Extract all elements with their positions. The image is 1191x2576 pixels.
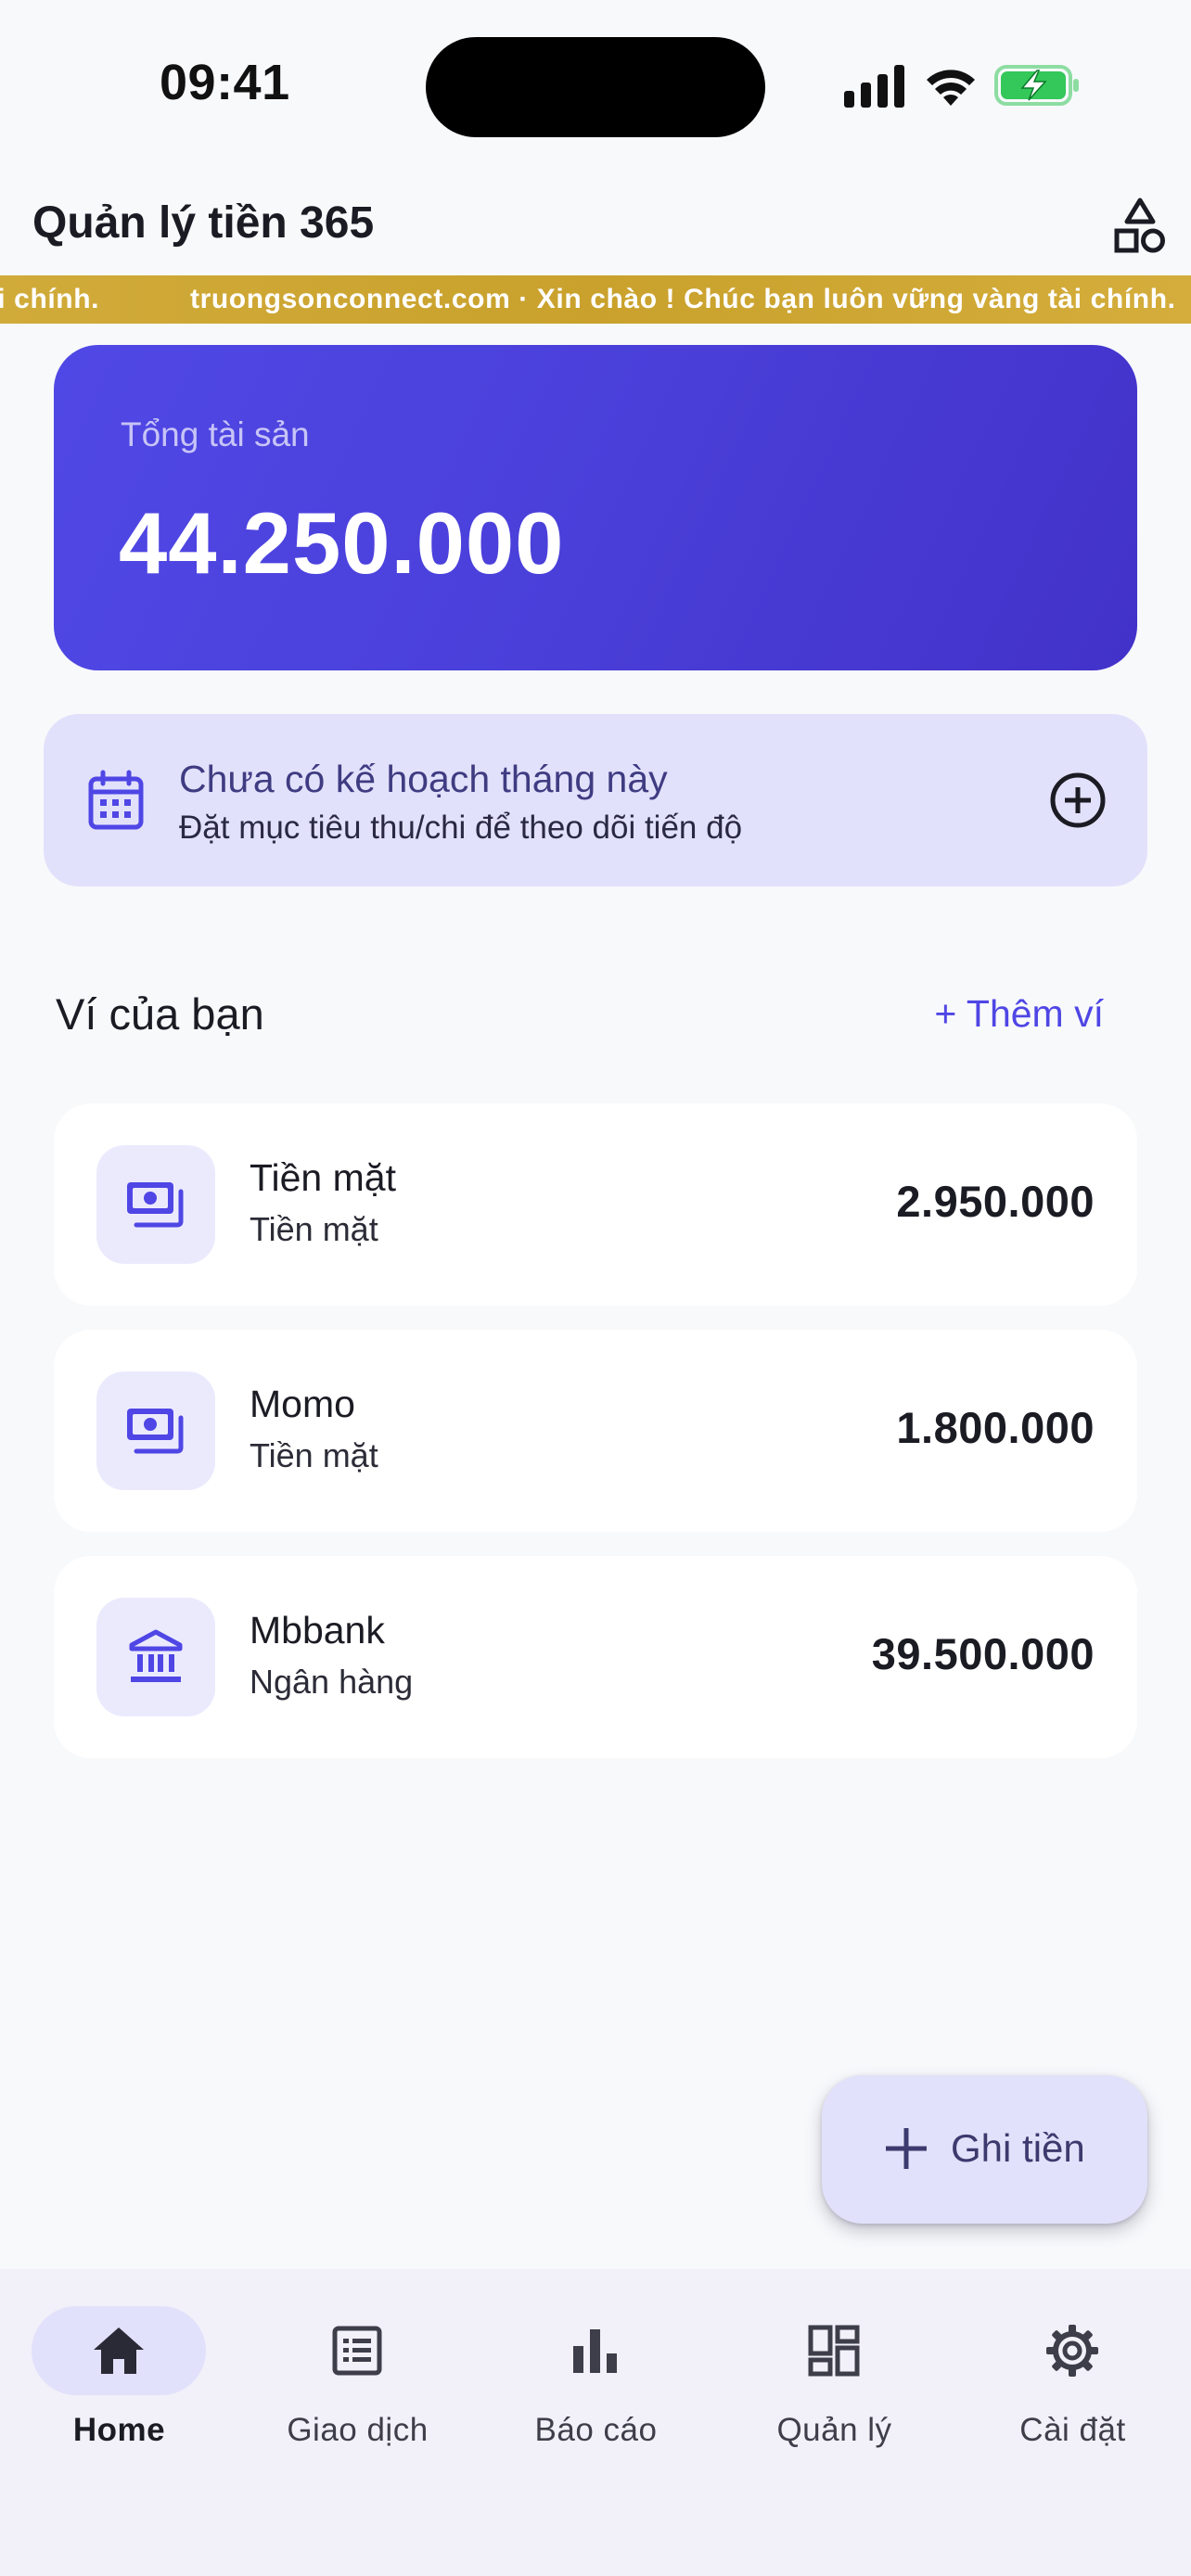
- home-icon: [94, 2327, 144, 2374]
- add-circle-icon: [1050, 772, 1106, 828]
- nav-indicator: [747, 2306, 921, 2395]
- nav-indicator: [32, 2306, 206, 2395]
- add-plan-button[interactable]: [1045, 768, 1110, 833]
- nav-item-settings[interactable]: Cài đặt: [954, 2306, 1191, 2448]
- nav-item-reports[interactable]: Báo cáo: [477, 2306, 715, 2448]
- wallet-balance: 2.950.000: [896, 1177, 1095, 1226]
- cash-icon: [127, 1409, 184, 1454]
- wallet-card[interactable]: Momo Tiền mặt 1.800.000: [54, 1330, 1137, 1532]
- status-bar: 09:41: [0, 0, 1191, 176]
- nav-item-home[interactable]: Home: [0, 2306, 238, 2448]
- marquee-text-tail: ài chính.: [0, 284, 100, 314]
- wallet-balance: 39.500.000: [871, 1629, 1095, 1678]
- wallet-type: Tiền mặt: [250, 1210, 378, 1248]
- app-bar: Quản lý tiền 365: [0, 181, 1191, 274]
- dashboard-icon: [808, 2325, 860, 2377]
- total-assets-label: Tổng tài sản: [121, 415, 310, 453]
- wallet-type: Tiền mặt: [250, 1436, 378, 1474]
- bar-chart-icon: [573, 2329, 617, 2373]
- status-time: 09:41: [160, 55, 290, 110]
- nav-label: Home: [72, 2412, 166, 2448]
- categories-button[interactable]: [1108, 190, 1172, 261]
- total-assets-value: 44.250.000: [119, 494, 565, 592]
- battery-charging-icon: [994, 65, 1079, 106]
- wallet-balance: 1.800.000: [896, 1403, 1095, 1452]
- wallet-name: Mbbank: [250, 1609, 385, 1651]
- list-icon: [332, 2326, 382, 2376]
- wallets-title: Ví của bạn: [56, 989, 264, 1039]
- bank-icon: [129, 1629, 183, 1682]
- gear-icon: [1046, 2325, 1098, 2377]
- total-assets-card[interactable]: Tổng tài sản 44.250.000: [54, 345, 1137, 670]
- plan-title: Chưa có kế hoạch tháng này: [179, 758, 668, 800]
- nav-item-transactions[interactable]: Giao dịch: [238, 2306, 477, 2448]
- plan-subtitle: Đặt mục tiêu thu/chi để theo dõi tiến độ: [179, 810, 743, 846]
- add-transaction-button[interactable]: Ghi tiền: [822, 2075, 1147, 2224]
- dynamic-island: [426, 37, 765, 137]
- nav-indicator: [270, 2306, 444, 2395]
- wallet-name: Momo: [250, 1383, 355, 1425]
- shapes-icon: [1114, 198, 1165, 253]
- nav-indicator: [508, 2306, 683, 2395]
- cash-icon: [127, 1182, 184, 1228]
- wallet-card[interactable]: Mbbank Ngân hàng 39.500.000: [54, 1556, 1137, 1758]
- screen: 09:41 Quản lý tiền 365 i chính. truongso…: [0, 0, 1191, 2576]
- nav-label: Cài đặt: [1019, 2412, 1126, 2448]
- wallets-header: Ví của bạn + Thêm ví: [0, 983, 1191, 1057]
- app-title: Quản lý tiền 365: [32, 198, 375, 248]
- add-wallet-button[interactable]: + Thêm ví: [934, 992, 1104, 1036]
- nav-label: Giao dịch: [287, 2412, 429, 2448]
- marquee-text: truongsonconnect.com · Xin chào ! Chúc b…: [190, 284, 1176, 314]
- add-transaction-label: Ghi tiền: [951, 2126, 1085, 2170]
- monthly-plan-card[interactable]: Chưa có kế hoạch tháng này Đặt mục tiêu …: [44, 714, 1147, 886]
- cellular-signal-icon: [844, 65, 904, 108]
- wallet-icon-box: [96, 1598, 215, 1716]
- wallet-card[interactable]: Tiền mặt Tiền mặt 2.950.000: [54, 1103, 1137, 1306]
- plus-icon: [886, 2128, 927, 2169]
- marquee-banner: ài chính. truongsonconnect.com · Xin chà…: [0, 275, 1191, 324]
- wallet-name: Tiền mặt: [250, 1156, 396, 1199]
- wallet-type: Ngân hàng: [250, 1663, 414, 1701]
- calendar-icon: [88, 770, 144, 830]
- nav-indicator: [985, 2306, 1159, 2395]
- bottom-navigation: Home Giao dịch Báo cáo Quản lý Cài đặt: [0, 2269, 1191, 2576]
- nav-label: Quản lý: [776, 2412, 892, 2448]
- wifi-icon: [927, 70, 975, 106]
- nav-label: Báo cáo: [534, 2412, 658, 2448]
- wallet-icon-box: [96, 1145, 215, 1264]
- wallet-icon-box: [96, 1371, 215, 1490]
- nav-item-manage[interactable]: Quản lý: [715, 2306, 954, 2448]
